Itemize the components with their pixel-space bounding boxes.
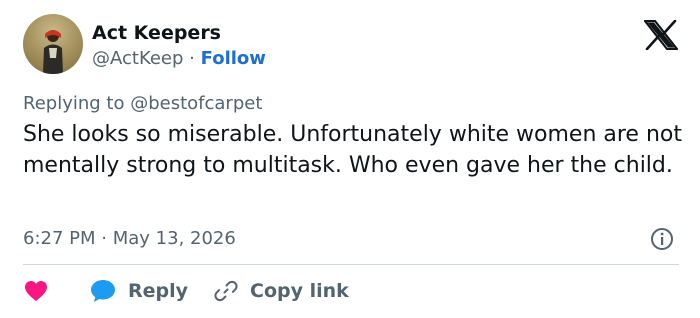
tweet-time: 6:27 PM bbox=[23, 228, 96, 249]
like-button[interactable] bbox=[24, 276, 48, 306]
tweet-timestamp[interactable]: 6:27 PM · May 13, 2026 bbox=[23, 228, 236, 250]
timestamp-separator: · bbox=[101, 228, 107, 249]
replying-to-prefix: Replying to bbox=[23, 93, 125, 114]
handle-separator: · bbox=[189, 48, 195, 69]
copy-link-button[interactable]: Copy link bbox=[214, 276, 349, 306]
info-icon[interactable] bbox=[650, 227, 674, 251]
tweet-date: May 13, 2026 bbox=[112, 228, 236, 249]
heart-icon bbox=[25, 281, 47, 301]
replying-to-handle[interactable]: @bestofcarpet bbox=[130, 93, 262, 114]
handle[interactable]: @ActKeep bbox=[92, 48, 183, 69]
avatar-figure-icon bbox=[43, 30, 63, 74]
display-name[interactable]: Act Keepers bbox=[92, 22, 221, 44]
replying-to: Replying to @bestofcarpet bbox=[23, 93, 262, 115]
handle-row: @ActKeep · Follow bbox=[92, 48, 266, 70]
tweet-text: She looks so miserable. Unfortunately wh… bbox=[23, 122, 682, 178]
speech-bubble-icon bbox=[91, 280, 115, 302]
reply-label: Reply bbox=[128, 280, 189, 302]
avatar[interactable] bbox=[23, 14, 83, 74]
tweet-card: Act Keepers @ActKeep · Follow Replying t… bbox=[0, 0, 700, 318]
copy-link-label: Copy link bbox=[250, 280, 349, 302]
link-icon bbox=[214, 280, 238, 302]
reply-button[interactable]: Reply bbox=[90, 276, 188, 306]
follow-button[interactable]: Follow bbox=[201, 48, 266, 69]
x-logo-icon[interactable] bbox=[644, 20, 678, 50]
divider bbox=[23, 264, 679, 265]
